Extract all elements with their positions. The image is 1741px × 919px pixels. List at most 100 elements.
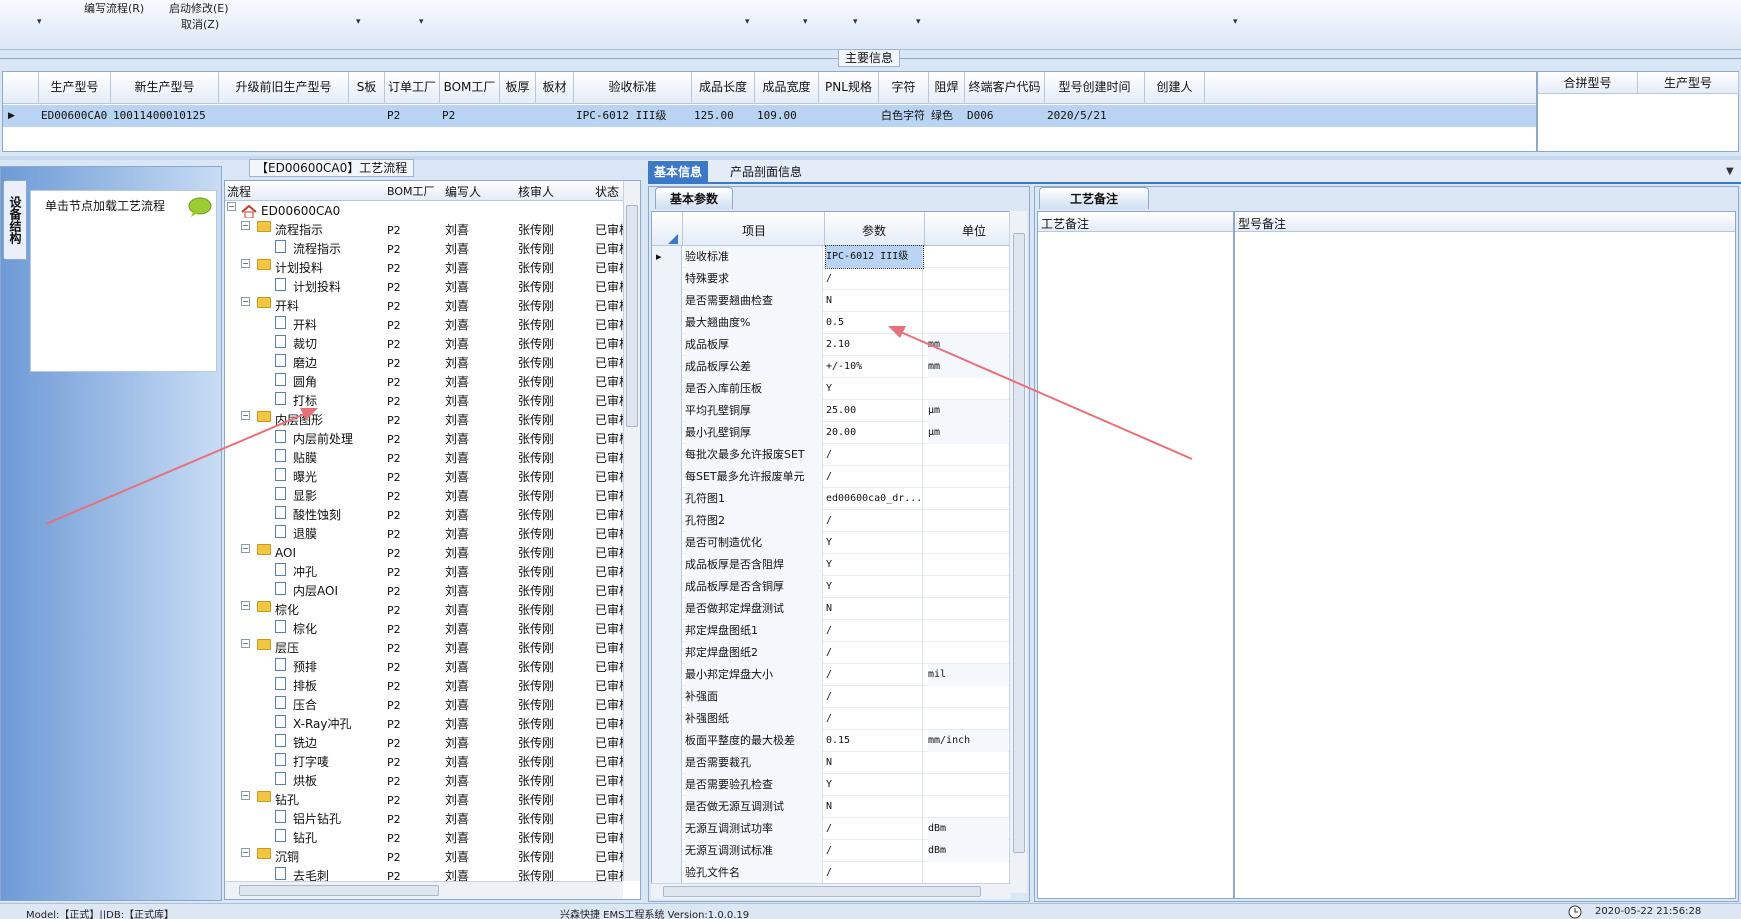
factory-col-header[interactable]: BOM工厂 [387,183,435,199]
main-cell[interactable]: 125.00 [692,105,755,127]
param-value[interactable]: Y [826,774,923,796]
flow-tree-row[interactable]: 计划投料P2刘喜张传刚已审核 [225,278,623,297]
flow-tree-row[interactable]: 打标P2刘喜张传刚已审核 [225,392,623,411]
param-value[interactable]: / [826,466,923,488]
param-row[interactable]: 成品板厚公差 +/-10% mm [652,356,1010,378]
flow-tree-row[interactable]: 棕化P2刘喜张传刚已审核 [225,620,623,639]
flow-horizontal-scrollbar[interactable] [225,881,623,899]
flow-tree-row[interactable]: 显影P2刘喜张传刚已审核 [225,487,623,506]
param-value[interactable]: / [826,444,923,466]
param-row[interactable]: 是否需要裁孔 N [652,752,1010,774]
flow-tree-row[interactable]: − 内层图形 P2 刘喜 张传刚 已审核 [225,411,623,430]
param-row[interactable]: 补强面 / [652,686,1010,708]
main-info-row[interactable]: ▶ ED00600CA0 10011400010125 P2 P2 IPC-6012 II… [3,105,1536,127]
flow-tree-row[interactable]: − ED00600CA0 [225,202,623,221]
status-col-header[interactable]: 状态 [595,183,619,200]
cancel-button[interactable]: 取消(Z) [181,16,219,32]
collapse-icon[interactable]: − [241,221,250,230]
main-col-header[interactable]: 终端客户代码 [965,72,1045,104]
tab-process-notes[interactable]: 工艺备注 [1039,187,1150,209]
flow-tree-row[interactable]: − 开料 P2 刘喜 张传刚 已审核 [225,297,623,316]
dropdown-icon[interactable]: ▾ [745,17,750,27]
flow-tree-row[interactable]: 裁切P2刘喜张传刚已审核 [225,335,623,354]
param-row[interactable]: 成品板厚是否含铜厚 Y [652,576,1010,598]
main-col-header[interactable]: S板 [349,72,385,104]
main-cell[interactable] [500,105,536,127]
main-col-header[interactable]: PNL规格 [819,72,879,104]
production-model-header[interactable]: 生产型号 [1638,72,1739,94]
param-row[interactable]: 是否做邦定焊盘测试 N [652,598,1010,620]
collapse-icon[interactable]: − [241,639,250,648]
param-value[interactable]: 0.15 [826,730,923,752]
flow-tree-row[interactable]: 磨边P2刘喜张传刚已审核 [225,354,623,373]
flow-tree-row[interactable]: X-Ray冲孔P2刘喜张传刚已审核 [225,715,623,734]
param-value[interactable]: +/-10% [826,356,923,378]
param-unit-header[interactable]: 单位 [962,222,986,239]
main-cell[interactable] [819,105,879,127]
main-col-header[interactable]: 验收标准 [574,72,692,104]
main-col-header[interactable]: 成品长度 [692,72,755,104]
flow-tree-row[interactable]: 圆角P2刘喜张传刚已审核 [225,373,623,392]
main-cell[interactable]: 绿色 [929,105,965,127]
flow-tree-row[interactable]: − 流程指示 P2 刘喜 张传刚 已审核 [225,221,623,240]
param-value[interactable]: 2.10 [826,334,923,356]
collapse-icon[interactable]: − [241,297,250,306]
main-cell[interactable]: IPC-6012 III级 [574,105,692,127]
param-row[interactable]: 邦定焊盘图纸2/ [652,642,1010,664]
main-col-header[interactable]: 新生产型号 [111,72,219,104]
flow-tree-row[interactable]: 压合P2刘喜张传刚已审核 [225,696,623,715]
param-value[interactable]: / [826,268,923,290]
param-row[interactable]: 最大翘曲度% 0.5 [652,312,1010,334]
param-row[interactable]: 是否需要验孔检查 Y [652,774,1010,796]
param-row[interactable]: 无源互调测试功率 / dBm [652,818,1010,840]
main-col-header[interactable]: 板厚 [500,72,536,104]
param-row[interactable]: 是否可制造优化 Y [652,532,1010,554]
merge-model-header[interactable]: 合拼型号 [1538,72,1638,94]
tab-profile-info[interactable]: 产品剖面信息 [724,161,808,183]
param-row[interactable]: 每批次最多允许报废SET / [652,444,1010,466]
main-cell[interactable]: P2 [440,105,500,127]
param-row[interactable]: 补强图纸 / [652,708,1010,730]
collapse-icon[interactable]: − [241,791,250,800]
main-col-header[interactable]: 订单工厂 [385,72,440,104]
collapse-icon[interactable]: − [241,411,250,420]
param-value[interactable]: / [826,620,923,642]
collapse-icon[interactable]: − [241,259,250,268]
param-row[interactable]: 板面平整度的最大极差 0.15 mm/inch [652,730,1010,752]
equipment-structure-tab[interactable]: 设备结构 [3,180,27,260]
tab-basic-params[interactable]: 基本参数 [655,187,734,209]
param-value[interactable]: 20.00 [826,422,923,444]
flow-tree-row[interactable]: 铝片钻孔P2刘喜张传刚已审核 [225,810,623,829]
params-horizontal-scrollbar[interactable] [651,883,1011,899]
flow-tree-row[interactable]: 钻孔P2刘喜张传刚已审核 [225,829,623,848]
flow-tree-row[interactable]: − 层压 P2 刘喜 张传刚 已审核 [225,639,623,658]
param-row[interactable]: 是否做无源互调测试 N [652,796,1010,818]
tab-basic-info[interactable]: 基本信息 [648,161,709,183]
param-value[interactable]: Y [826,378,923,400]
main-col-header[interactable]: 升级前旧生产型号 [219,72,349,104]
flow-tree-row[interactable]: 内层AOIP2刘喜张传刚已审核 [225,582,623,601]
flow-tree-row[interactable]: − 沉铜 P2 刘喜 张传刚 已审核 [225,848,623,867]
param-row[interactable]: 平均孔壁铜厚 25.00 μm [652,400,1010,422]
scroll-thumb[interactable] [626,205,638,427]
collapse-icon[interactable]: − [241,848,250,857]
dropdown-icon[interactable]: ▾ [853,17,858,27]
main-cell[interactable]: P2 [385,105,440,127]
flow-tree-row[interactable]: − 棕化 P2 刘喜 张传刚 已审核 [225,601,623,620]
param-row[interactable]: 邦定焊盘图纸1/ [652,620,1010,642]
main-cell[interactable] [219,105,349,127]
flow-tree-row[interactable]: 开料P2刘喜张传刚已审核 [225,316,623,335]
param-row[interactable]: 无源互调测试标准 / dBm [652,840,1010,862]
param-row[interactable]: 最小邦定焊盘大小 / mil [652,664,1010,686]
param-value[interactable]: N [826,796,923,818]
dropdown-icon[interactable]: ▾ [803,17,808,27]
param-value[interactable]: / [826,818,923,840]
param-value[interactable]: / [826,510,923,532]
main-col-header[interactable]: 型号创建时间 [1045,72,1145,104]
param-value[interactable]: Y [826,554,923,576]
main-cell[interactable] [536,105,574,127]
process-note-box[interactable]: 工艺备注 [1037,211,1234,899]
main-cell[interactable] [349,105,385,127]
dropdown-icon[interactable]: ▾ [37,17,42,27]
param-row[interactable]: 验孔文件名 / [652,862,1010,884]
